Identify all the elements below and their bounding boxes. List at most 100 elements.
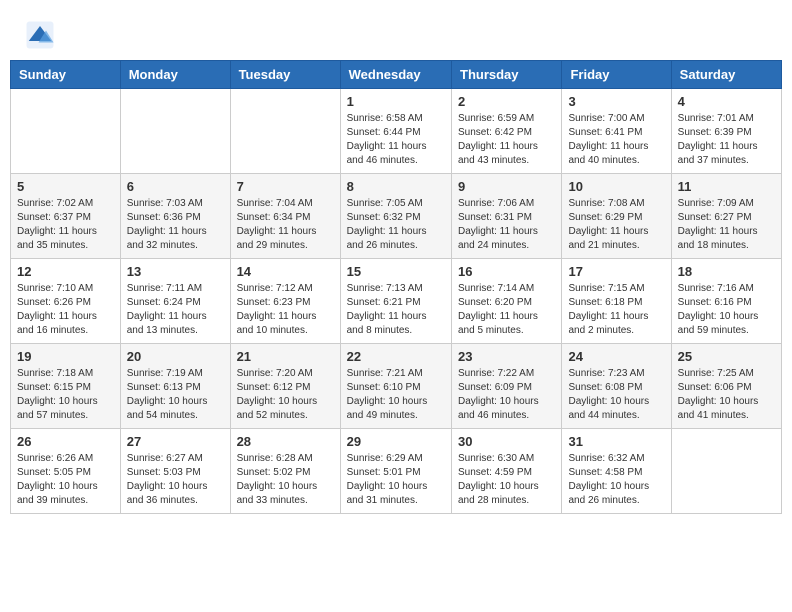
day-info: Sunrise: 6:27 AM Sunset: 5:03 PM Dayligh… bbox=[127, 452, 224, 508]
day-number: 29 bbox=[347, 434, 445, 449]
calendar-day-cell: 2Sunrise: 6:59 AM Sunset: 6:42 PM Daylig… bbox=[452, 89, 562, 174]
day-number: 10 bbox=[568, 179, 664, 194]
day-number: 25 bbox=[678, 349, 775, 364]
calendar-day-cell: 22 Sunrise: 7:21 AM Sunset: 6:10 PM Dayli… bbox=[340, 344, 451, 429]
day-info: Sunrise: 7:12 AM Sunset: 6:23 PM Dayligh… bbox=[237, 282, 334, 338]
day-info: Sunrise: 6:28 AM Sunset: 5:02 PM Dayligh… bbox=[237, 452, 334, 508]
logo-icon bbox=[25, 20, 55, 50]
day-number: 11 bbox=[678, 179, 775, 194]
calendar-day-cell: 25 Sunrise: 7:25 AM Sunset: 6:06 PM Dayli… bbox=[671, 344, 781, 429]
calendar-day-cell: 11 Sunrise: 7:09 AM Sunset: 6:27 PM Dayli… bbox=[671, 174, 781, 259]
day-info: Sunrise: 7:22 AM Sunset: 6:09 PM Dayligh… bbox=[458, 367, 555, 423]
day-number: 15 bbox=[347, 264, 445, 279]
day-number: 6 bbox=[127, 179, 224, 194]
day-info: Sunrise: 7:02 AM Sunset: 6:37 PM Dayligh… bbox=[17, 197, 114, 253]
day-number: 9 bbox=[458, 179, 555, 194]
day-number: 28 bbox=[237, 434, 334, 449]
calendar-day-cell: 24Sunrise: 7:23 AM Sunset: 6:08 PM Dayli… bbox=[562, 344, 671, 429]
day-info: Sunrise: 6:29 AM Sunset: 5:01 PM Dayligh… bbox=[347, 452, 445, 508]
day-info: Sunrise: 6:32 AM Sunset: 4:58 PM Dayligh… bbox=[568, 452, 664, 508]
day-number: 27 bbox=[127, 434, 224, 449]
day-of-week-header: Thursday bbox=[452, 61, 562, 89]
calendar-day-cell: 12 Sunrise: 7:10 AM Sunset: 6:26 PM Dayli… bbox=[11, 259, 121, 344]
day-number: 30 bbox=[458, 434, 555, 449]
calendar-day-cell: 18 Sunrise: 7:16 AM Sunset: 6:16 PM Dayli… bbox=[671, 259, 781, 344]
calendar-day-cell: 14 Sunrise: 7:12 AM Sunset: 6:23 PM Dayli… bbox=[230, 259, 340, 344]
calendar-day-cell: 19Sunrise: 7:18 AM Sunset: 6:15 PM Dayli… bbox=[11, 344, 121, 429]
calendar-day-cell: 26 Sunrise: 6:26 AM Sunset: 5:05 PM Dayli… bbox=[11, 429, 121, 514]
day-number: 31 bbox=[568, 434, 664, 449]
day-number: 16 bbox=[458, 264, 555, 279]
day-info: Sunrise: 7:00 AM Sunset: 6:41 PM Dayligh… bbox=[568, 112, 664, 168]
day-number: 7 bbox=[237, 179, 334, 194]
calendar-day-cell: 21 Sunrise: 7:20 AM Sunset: 6:12 PM Dayli… bbox=[230, 344, 340, 429]
day-info: Sunrise: 7:18 AM Sunset: 6:15 PM Dayligh… bbox=[17, 367, 114, 423]
calendar-table: SundayMondayTuesdayWednesdayThursdayFrid… bbox=[10, 60, 782, 514]
day-number: 21 bbox=[237, 349, 334, 364]
day-number: 26 bbox=[17, 434, 114, 449]
day-info: Sunrise: 7:14 AM Sunset: 6:20 PM Dayligh… bbox=[458, 282, 555, 338]
day-number: 18 bbox=[678, 264, 775, 279]
day-info: Sunrise: 7:16 AM Sunset: 6:16 PM Dayligh… bbox=[678, 282, 775, 338]
day-info: Sunrise: 7:11 AM Sunset: 6:24 PM Dayligh… bbox=[127, 282, 224, 338]
day-number: 13 bbox=[127, 264, 224, 279]
day-info: Sunrise: 7:19 AM Sunset: 6:13 PM Dayligh… bbox=[127, 367, 224, 423]
day-number: 1 bbox=[347, 94, 445, 109]
day-number: 3 bbox=[568, 94, 664, 109]
calendar-day-cell: 27 Sunrise: 6:27 AM Sunset: 5:03 PM Dayli… bbox=[120, 429, 230, 514]
day-info: Sunrise: 7:08 AM Sunset: 6:29 PM Dayligh… bbox=[568, 197, 664, 253]
day-of-week-header: Friday bbox=[562, 61, 671, 89]
day-info: Sunrise: 7:21 AM Sunset: 6:10 PM Dayligh… bbox=[347, 367, 445, 423]
calendar-week-row: 19Sunrise: 7:18 AM Sunset: 6:15 PM Dayli… bbox=[11, 344, 782, 429]
calendar-day-cell: 13 Sunrise: 7:11 AM Sunset: 6:24 PM Dayli… bbox=[120, 259, 230, 344]
calendar-day-cell: 30 Sunrise: 6:30 AM Sunset: 4:59 PM Dayli… bbox=[452, 429, 562, 514]
calendar-day-cell: 6 Sunrise: 7:03 AM Sunset: 6:36 PM Daylig… bbox=[120, 174, 230, 259]
calendar-day-cell: 1 Sunrise: 6:58 AM Sunset: 6:44 PM Daylig… bbox=[340, 89, 451, 174]
calendar-day-cell: 10 Sunrise: 7:08 AM Sunset: 6:29 PM Dayli… bbox=[562, 174, 671, 259]
day-info: Sunrise: 7:06 AM Sunset: 6:31 PM Dayligh… bbox=[458, 197, 555, 253]
day-number: 20 bbox=[127, 349, 224, 364]
calendar-day-cell: 4 Sunrise: 7:01 AM Sunset: 6:39 PM Daylig… bbox=[671, 89, 781, 174]
calendar-day-cell: 3 Sunrise: 7:00 AM Sunset: 6:41 PM Daylig… bbox=[562, 89, 671, 174]
calendar-day-cell bbox=[230, 89, 340, 174]
day-info: Sunrise: 7:10 AM Sunset: 6:26 PM Dayligh… bbox=[17, 282, 114, 338]
day-number: 24 bbox=[568, 349, 664, 364]
day-info: Sunrise: 7:05 AM Sunset: 6:32 PM Dayligh… bbox=[347, 197, 445, 253]
day-info: Sunrise: 7:04 AM Sunset: 6:34 PM Dayligh… bbox=[237, 197, 334, 253]
day-info: Sunrise: 6:26 AM Sunset: 5:05 PM Dayligh… bbox=[17, 452, 114, 508]
day-info: Sunrise: 7:03 AM Sunset: 6:36 PM Dayligh… bbox=[127, 197, 224, 253]
calendar-day-cell: 15Sunrise: 7:13 AM Sunset: 6:21 PM Dayli… bbox=[340, 259, 451, 344]
calendar-day-cell: 17 Sunrise: 7:15 AM Sunset: 6:18 PM Dayli… bbox=[562, 259, 671, 344]
day-of-week-header: Tuesday bbox=[230, 61, 340, 89]
calendar-day-cell: 23 Sunrise: 7:22 AM Sunset: 6:09 PM Dayli… bbox=[452, 344, 562, 429]
day-number: 23 bbox=[458, 349, 555, 364]
calendar-day-cell: 9 Sunrise: 7:06 AM Sunset: 6:31 PM Daylig… bbox=[452, 174, 562, 259]
day-number: 22 bbox=[347, 349, 445, 364]
calendar-day-cell: 7 Sunrise: 7:04 AM Sunset: 6:34 PM Daylig… bbox=[230, 174, 340, 259]
day-info: Sunrise: 7:20 AM Sunset: 6:12 PM Dayligh… bbox=[237, 367, 334, 423]
day-of-week-header: Monday bbox=[120, 61, 230, 89]
header bbox=[10, 10, 782, 55]
day-number: 4 bbox=[678, 94, 775, 109]
day-number: 14 bbox=[237, 264, 334, 279]
day-info: Sunrise: 6:30 AM Sunset: 4:59 PM Dayligh… bbox=[458, 452, 555, 508]
day-info: Sunrise: 7:25 AM Sunset: 6:06 PM Dayligh… bbox=[678, 367, 775, 423]
day-info: Sunrise: 7:15 AM Sunset: 6:18 PM Dayligh… bbox=[568, 282, 664, 338]
day-number: 8 bbox=[347, 179, 445, 194]
calendar-day-cell: 29 Sunrise: 6:29 AM Sunset: 5:01 PM Dayli… bbox=[340, 429, 451, 514]
calendar-day-cell: 31 Sunrise: 6:32 AM Sunset: 4:58 PM Dayli… bbox=[562, 429, 671, 514]
calendar-day-cell: 28 Sunrise: 6:28 AM Sunset: 5:02 PM Dayli… bbox=[230, 429, 340, 514]
day-of-week-header: Sunday bbox=[11, 61, 121, 89]
calendar-day-cell bbox=[120, 89, 230, 174]
day-number: 12 bbox=[17, 264, 114, 279]
day-info: Sunrise: 7:01 AM Sunset: 6:39 PM Dayligh… bbox=[678, 112, 775, 168]
day-info: Sunrise: 6:58 AM Sunset: 6:44 PM Dayligh… bbox=[347, 112, 445, 168]
day-number: 17 bbox=[568, 264, 664, 279]
day-number: 2 bbox=[458, 94, 555, 109]
calendar-day-cell: 5 Sunrise: 7:02 AM Sunset: 6:37 PM Daylig… bbox=[11, 174, 121, 259]
calendar-week-row: 5 Sunrise: 7:02 AM Sunset: 6:37 PM Daylig… bbox=[11, 174, 782, 259]
calendar-week-row: 26 Sunrise: 6:26 AM Sunset: 5:05 PM Dayli… bbox=[11, 429, 782, 514]
day-info: Sunrise: 7:09 AM Sunset: 6:27 PM Dayligh… bbox=[678, 197, 775, 253]
calendar-day-cell bbox=[11, 89, 121, 174]
day-number: 5 bbox=[17, 179, 114, 194]
